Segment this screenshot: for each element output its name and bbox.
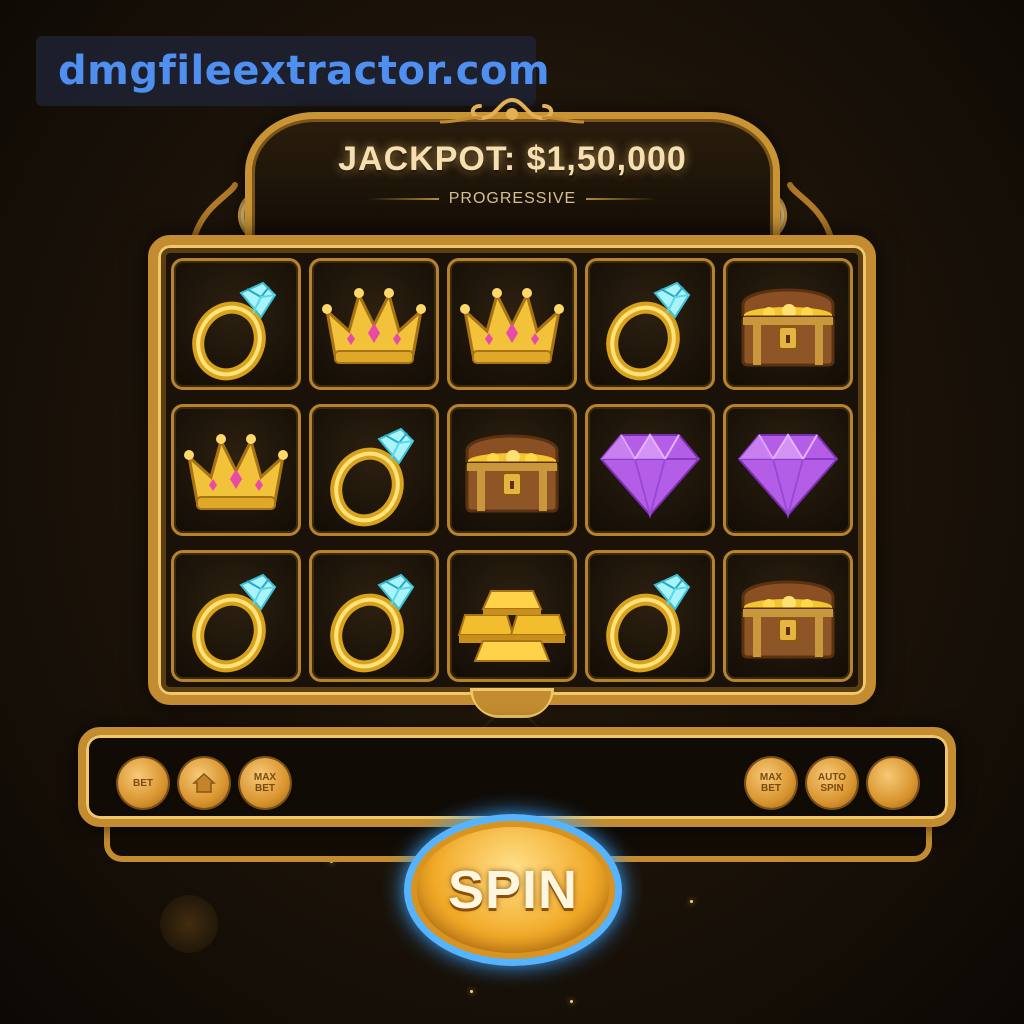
reel-cell bbox=[447, 258, 577, 390]
jackpot-crest bbox=[245, 112, 780, 246]
sparkle bbox=[470, 990, 473, 993]
progressive-label-row: PROGRESSIVE bbox=[245, 190, 780, 208]
jackpot-amount: JACKPOT: $1,50,000 bbox=[338, 140, 687, 178]
sparkle bbox=[570, 1000, 573, 1003]
purple-gem-icon bbox=[729, 411, 847, 529]
reel-cell bbox=[723, 404, 853, 536]
max-bet-button-label: MAX BET bbox=[253, 772, 277, 794]
home-button[interactable] bbox=[179, 758, 229, 808]
crest-flourish-ornament bbox=[439, 98, 585, 124]
home-icon bbox=[192, 772, 216, 793]
reel-frame-tab bbox=[470, 688, 554, 718]
diamond-ring-icon bbox=[315, 411, 433, 529]
gold-bars-icon bbox=[453, 557, 571, 675]
sparkle bbox=[690, 900, 693, 903]
treasure-chest-icon bbox=[453, 411, 571, 529]
reel-cell bbox=[171, 404, 301, 536]
reel-cell bbox=[723, 258, 853, 390]
spin-button[interactable]: SPIN bbox=[404, 814, 622, 966]
background-orb bbox=[160, 895, 218, 953]
divider bbox=[368, 198, 439, 200]
auto-spin-button-label: AUTO SPIN bbox=[817, 772, 847, 794]
purple-gem-icon bbox=[591, 411, 709, 529]
crown-icon bbox=[453, 265, 571, 383]
reel-cell bbox=[309, 550, 439, 682]
reel-cell bbox=[585, 258, 715, 390]
treasure-chest-icon bbox=[729, 265, 847, 383]
watermark-text: dmgfileextractor.com bbox=[58, 48, 551, 94]
reel-cell bbox=[585, 550, 715, 682]
treasure-chest-icon bbox=[729, 557, 847, 675]
crown-icon bbox=[177, 411, 295, 529]
diamond-ring-icon bbox=[315, 557, 433, 675]
progressive-label: PROGRESSIVE bbox=[448, 190, 577, 207]
reel-cell bbox=[171, 550, 301, 682]
divider bbox=[586, 198, 657, 200]
reel-cell bbox=[309, 258, 439, 390]
reel-cell bbox=[309, 404, 439, 536]
diamond-ring-icon bbox=[591, 265, 709, 383]
crown-icon bbox=[315, 265, 433, 383]
blank-round-button[interactable] bbox=[868, 758, 918, 808]
max-bet-button-right-label: MAX BET bbox=[759, 772, 783, 794]
diamond-ring-icon bbox=[177, 265, 295, 383]
max-bet-button-right[interactable]: MAX BET bbox=[746, 758, 796, 808]
reel-cell bbox=[447, 404, 577, 536]
reel-cell bbox=[447, 550, 577, 682]
bet-button-label: BET bbox=[133, 777, 153, 789]
spin-button-label: SPIN bbox=[447, 860, 579, 920]
diamond-ring-icon bbox=[591, 557, 709, 675]
reel-cell bbox=[171, 258, 301, 390]
auto-spin-button[interactable]: AUTO SPIN bbox=[807, 758, 857, 808]
reel-cell bbox=[585, 404, 715, 536]
max-bet-button[interactable]: MAX BET bbox=[240, 758, 290, 808]
bet-button[interactable]: BET bbox=[118, 758, 168, 808]
reel-cell bbox=[723, 550, 853, 682]
diamond-ring-icon bbox=[177, 557, 295, 675]
